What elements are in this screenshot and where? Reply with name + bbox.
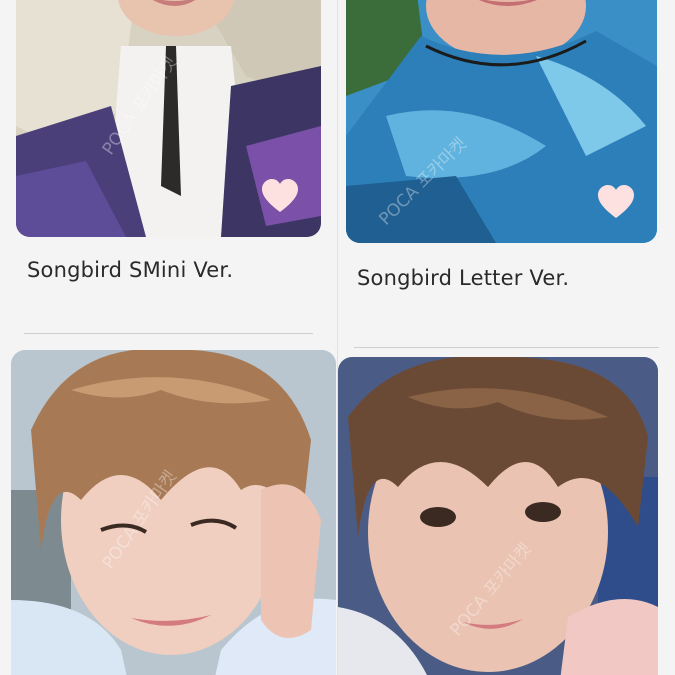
photocard-image[interactable]: POCA 포카마켓 — [338, 357, 658, 675]
photocard-grid: POCA 포카마켓 Songbird SMini Ver. POCA 포카마켓 … — [0, 0, 675, 675]
favorite-button[interactable] — [596, 183, 636, 223]
photocard-item[interactable]: POCA 포카마켓 Songbird SMini Ver. — [0, 0, 337, 340]
photocard-item[interactable]: POCA 포카마켓 Songbird Letter Ver. — [338, 0, 675, 348]
photocard-image[interactable]: POCA 포카마켓 — [11, 350, 336, 675]
favorite-button[interactable] — [260, 177, 300, 217]
card-title[interactable]: Songbird SMini Ver. — [27, 258, 233, 282]
photocard-item[interactable]: POCA 포카마켓 — [0, 348, 337, 675]
heart-icon — [598, 185, 634, 218]
card-title[interactable]: Songbird Letter Ver. — [357, 266, 569, 290]
photocard-item[interactable]: POCA 포카마켓 — [338, 355, 675, 675]
heart-icon — [262, 179, 298, 212]
card-separator — [354, 347, 659, 348]
card-separator — [24, 333, 313, 334]
